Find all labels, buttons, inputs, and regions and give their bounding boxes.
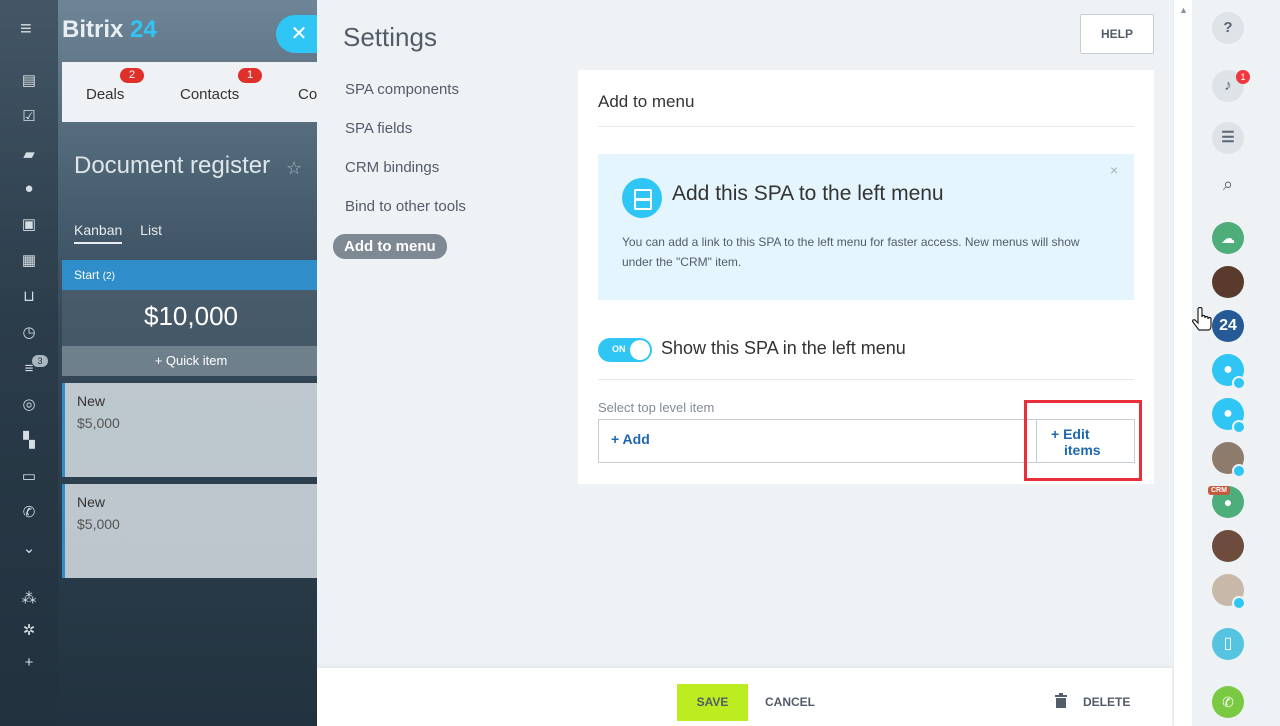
nav-add-to-menu[interactable]: Add to menu (333, 234, 447, 259)
stage-sum: $10,000 (62, 290, 320, 346)
show-in-menu-toggle[interactable]: ON (598, 338, 652, 362)
tab-list[interactable]: List (140, 222, 162, 238)
calendar-icon[interactable]: ▦ (20, 252, 38, 270)
mail-icon (1232, 376, 1246, 390)
toggle-state-label: ON (612, 344, 626, 354)
panel-title: Add to menu (598, 92, 695, 111)
hand-cursor-icon (1192, 307, 1212, 331)
clock-icon[interactable]: ◷ (20, 324, 38, 342)
select-label: Select top level item (598, 400, 715, 415)
page-title: Document register (74, 152, 271, 179)
close-slider-button[interactable]: ✕ (276, 15, 322, 53)
divider (598, 379, 1134, 380)
cart-icon[interactable]: ⊔ (20, 288, 38, 306)
chat-icon[interactable]: ▰ (20, 146, 38, 164)
cloud-icon[interactable]: ☁ (1212, 222, 1244, 254)
mail-icon (1232, 464, 1246, 478)
background-app: ≡ Bitrix 24 ▤ ☑ ▰ ● ▣ ▦ ⊔ ◷ ≡ 3 ◎ ▚ ▭ ✆ … (0, 0, 320, 726)
settings-slider: Settings HELP SPA components SPA fields … (317, 0, 1192, 726)
highlight-box (1024, 400, 1142, 481)
toggle-label: Show this SPA in the left menu (661, 338, 906, 358)
phone-settings-icon[interactable]: ▯ (1212, 628, 1244, 660)
call-icon[interactable]: ✆ (1212, 686, 1244, 718)
sidebar-badge: 3 (32, 355, 48, 367)
tab-kanban[interactable]: Kanban (74, 222, 123, 244)
notification-badge: 1 (1236, 70, 1250, 84)
view-tabs: Kanban List (74, 222, 162, 244)
nav-bind-other-tools[interactable]: Bind to other tools (345, 198, 466, 215)
info-title: Add this SPA to the left menu (672, 182, 944, 205)
menu-layout-icon (622, 178, 662, 218)
stage-count: (2) (102, 271, 115, 282)
avatar[interactable] (1212, 266, 1244, 298)
tab-companies[interactable]: Co (298, 86, 317, 103)
help-icon[interactable]: ? (1212, 12, 1244, 44)
logo-accent: 24 (130, 16, 157, 43)
feed-icon[interactable]: ▤ (20, 72, 38, 90)
nav-spa-components[interactable]: SPA components (345, 81, 459, 98)
quick-item-button[interactable]: + Quick item (62, 346, 320, 376)
divider (598, 126, 1134, 127)
apps-icon[interactable]: ▚ (20, 432, 38, 450)
trash-icon (1055, 693, 1067, 708)
add-item-link[interactable]: + Add (611, 431, 650, 447)
info-text: You can add a link to this SPA to the le… (622, 235, 1080, 269)
crm-tabs: Deals 2 Contacts 1 Co (62, 62, 320, 122)
close-icon[interactable]: × (1110, 162, 1118, 178)
card-value: $5,000 (77, 415, 120, 431)
settings-title: Settings (343, 22, 437, 52)
logo: Bitrix 24 (62, 16, 157, 44)
deals-badge: 2 (120, 68, 144, 83)
window-icon[interactable]: ▭ (20, 468, 38, 486)
tab-deals[interactable]: Deals (86, 86, 124, 103)
nav-spa-fields[interactable]: SPA fields (345, 120, 412, 137)
star-icon[interactable]: ☆ (286, 158, 302, 179)
scrollbar[interactable]: ▲ (1173, 0, 1192, 726)
phone-icon[interactable]: ✆ (20, 504, 38, 522)
logo-main: Bitrix (62, 16, 124, 43)
save-button[interactable]: SAVE (677, 684, 748, 721)
messages-icon[interactable]: ☰ (1212, 122, 1244, 154)
delete-label: DELETE (1083, 695, 1131, 709)
kanban-card[interactable]: New $5,000 (62, 484, 320, 578)
gear-icon[interactable]: ✲ (20, 622, 38, 640)
nav-crm-bindings[interactable]: CRM bindings (345, 159, 439, 176)
tasks-icon[interactable]: ☑ (20, 108, 38, 126)
team-icon[interactable]: ● (20, 180, 38, 198)
contacts-badge: 1 (238, 68, 262, 83)
chevron-down-icon[interactable]: ⌄ (20, 540, 38, 558)
delete-button[interactable]: DELETE (1055, 693, 1131, 709)
info-box: Add this SPA to the left menu × You can … (598, 154, 1134, 300)
plus-icon[interactable]: + (20, 654, 38, 672)
menu-icon[interactable]: ≡ (20, 18, 32, 41)
mail-icon (1232, 596, 1246, 610)
crm-tag: CRM (1208, 486, 1230, 495)
toggle-knob (630, 340, 650, 360)
avatar[interactable] (1212, 530, 1244, 562)
help-button[interactable]: HELP (1080, 14, 1154, 54)
footer-bar: SAVE CANCEL DELETE (317, 668, 1172, 726)
card-value: $5,000 (77, 516, 120, 532)
structure-icon[interactable]: ⁂ (20, 590, 38, 608)
mail-icon (1232, 420, 1246, 434)
contact-card-icon[interactable]: ▣ (20, 216, 38, 234)
stage-header: Start (2) (62, 260, 320, 290)
card-title: New (77, 393, 106, 409)
search-icon[interactable]: ⌕ (1212, 168, 1244, 200)
card-title: New (77, 494, 106, 510)
kanban-card[interactable]: New $5,000 (62, 383, 320, 477)
target-icon[interactable]: ◎ (20, 396, 38, 414)
scroll-up-icon[interactable]: ▲ (1179, 5, 1188, 15)
stage-name: Start (74, 268, 100, 282)
cancel-button[interactable]: CANCEL (765, 695, 815, 709)
bitrix24-icon[interactable]: 24 (1212, 310, 1244, 342)
tab-contacts[interactable]: Contacts (180, 86, 239, 103)
right-panel: ? ♪ 1 ☰ ⌕ ☁ 24 ● ● ● CRM ▯ ✆ (1192, 0, 1280, 726)
